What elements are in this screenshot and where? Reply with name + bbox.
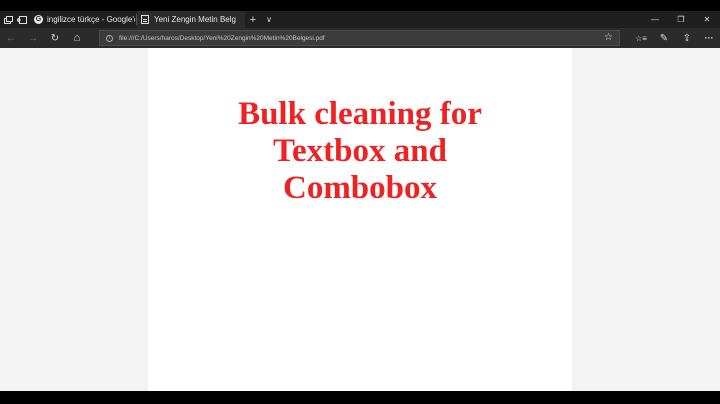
tab-manager-icon[interactable] [2, 11, 14, 28]
google-favicon-icon: G [34, 15, 43, 24]
refresh-icon: ↻ [50, 32, 60, 44]
pdf-page: Bulk cleaning for Textbox and Combobox [148, 48, 572, 391]
navigation-bar: ← → ↻ ⌂ i file:///C:/Users/haros/Desktop… [0, 28, 720, 48]
add-notes-button[interactable]: ✎ [653, 28, 675, 48]
chevron-down-icon: ∨ [266, 15, 272, 24]
restore-icon: ❐ [677, 15, 685, 24]
refresh-button[interactable]: ↻ [44, 28, 66, 48]
tab-title: ingilizce türkçe - Google'da [47, 15, 135, 24]
title-line-3: Combobox [282, 170, 438, 206]
top-letterbox [0, 0, 720, 11]
share-icon: ⇪ [682, 32, 692, 44]
tab-google-search[interactable]: G ingilizce türkçe - Google'da [30, 11, 135, 28]
restore-button[interactable]: ❐ [668, 11, 694, 28]
favorites-hub-button[interactable]: ☆≡ [630, 28, 652, 48]
title-line-1: Bulk cleaning for [238, 96, 482, 132]
info-icon[interactable]: i [106, 34, 113, 42]
minimize-icon: — [651, 15, 659, 24]
home-icon: ⌂ [73, 32, 81, 44]
url-text: file:///C:/Users/haros/Desktop/Yeni%20Ze… [119, 34, 325, 42]
more-dots-icon: ··· [704, 33, 714, 43]
minimize-button[interactable]: — [642, 11, 668, 28]
set-aside-tabs-icon[interactable] [15, 11, 28, 28]
close-icon: ✕ [703, 15, 711, 24]
address-bar[interactable]: i file:///C:/Users/haros/Desktop/Yeni%20… [99, 30, 620, 46]
tab-title: Yeni Zengin Metin Belg [154, 15, 236, 24]
bottom-letterbox [0, 391, 720, 404]
title-line-2: Textbox and [273, 133, 447, 169]
arrow-right-icon: → [28, 32, 38, 44]
document-title: Bulk cleaning for Textbox and Combobox [148, 96, 572, 207]
tab-bar: G ingilizce türkçe - Google'da Yeni Zeng… [0, 11, 720, 28]
back-button[interactable]: ← [0, 28, 22, 48]
favorite-star-icon[interactable]: ☆ [604, 32, 613, 43]
pdf-viewer[interactable]: Bulk cleaning for Textbox and Combobox [0, 48, 720, 391]
tab-preview-toggle[interactable]: ∨ [262, 11, 276, 28]
home-button[interactable]: ⌂ [66, 28, 88, 48]
more-button[interactable]: ··· [698, 28, 720, 48]
close-window-button[interactable]: ✕ [694, 11, 720, 28]
plus-icon: + [249, 13, 257, 26]
forward-button[interactable]: → [22, 28, 44, 48]
favorites-hub-icon: ☆≡ [635, 33, 647, 43]
share-button[interactable]: ⇪ [676, 28, 698, 48]
pdf-file-icon [141, 15, 149, 24]
new-tab-button[interactable]: + [246, 11, 260, 28]
tab-pdf-document[interactable]: Yeni Zengin Metin Belg [137, 11, 245, 28]
arrow-left-icon: ← [6, 32, 16, 44]
pen-icon: ✎ [659, 32, 669, 44]
